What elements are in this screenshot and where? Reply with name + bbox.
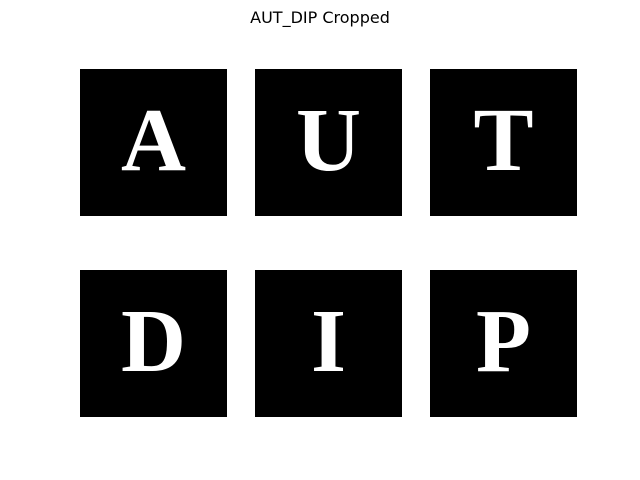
letter-tile-p: P (430, 270, 577, 417)
tile-letter: I (310, 291, 347, 391)
letter-tile-t: T (430, 69, 577, 216)
letter-tile-u: U (255, 69, 402, 216)
letter-tile-a: A (80, 69, 227, 216)
figure-title: AUT_DIP Cropped (250, 8, 390, 27)
tile-letter: T (473, 90, 534, 190)
tile-letter: P (476, 291, 531, 391)
letter-tile-d: D (80, 270, 227, 417)
tile-letter: D (121, 291, 186, 391)
letter-tile-i: I (255, 270, 402, 417)
tile-letter: U (296, 90, 361, 190)
tile-letter: A (121, 90, 186, 190)
